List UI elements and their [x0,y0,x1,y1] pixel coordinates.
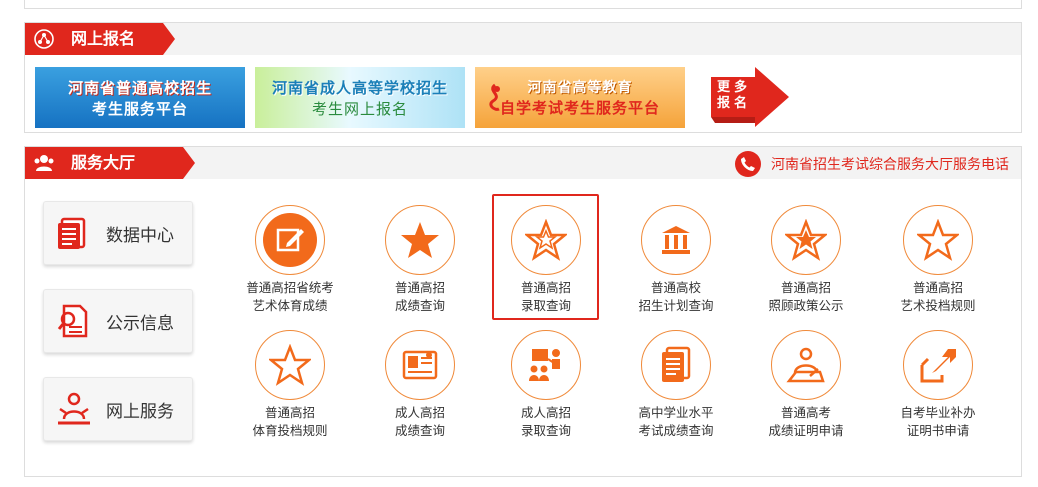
banner-line2: 考生服务平台 [91,99,188,118]
star-outline-icon [911,213,965,267]
more-label: 更多报名 [717,80,752,111]
service-hall-title: 服务大厅 [71,153,136,172]
star-outline-icon [519,213,573,267]
institution-icon [649,213,703,267]
service-icon-circle [511,330,581,400]
registration-title: 网上报名 [71,29,136,48]
service-label: 自考毕业补办 证明书申请 [900,405,976,438]
service-label: 成人高招 成绩查询 [394,405,445,438]
service-icon-circle [255,205,325,275]
side-label: 网上服务 [106,401,174,422]
document-stack-icon [58,217,86,249]
online-service-button[interactable]: 网上服务 [43,377,193,441]
banner-line2: 自学考试考生服务平台 [499,99,660,117]
network-icon [34,29,54,49]
service-label: 普通高招 录取查询 [520,280,571,313]
panel-header: 网上报名 [25,23,1021,55]
phone-icon [735,151,761,177]
more-registration-button[interactable]: 更多报名 [709,67,791,127]
service-enrollment-plan-query[interactable]: 普通高校 招生计划查询 [611,205,741,315]
banner-line1: 河南省普通高校招生 [67,78,212,97]
banner-line2: 考生网上报名 [311,99,408,118]
service-icon-circle [771,330,841,400]
public-info-button[interactable]: 公示信息 [43,289,193,353]
service-hall-heading: 服务大厅 [25,147,195,179]
self-study-exam-banner[interactable]: 河南省高等教育 自学考试考生服务平台 [475,67,685,128]
service-label: 普通高招 照顾政策公示 [768,280,844,313]
service-gaokao-admission-query[interactable]: 普通高招 录取查询 [481,205,611,315]
service-icon-circle [641,330,711,400]
top-panel-edge [24,0,1022,9]
document-search-icon [57,304,88,338]
service-icon-circle [903,330,973,400]
writing-person-icon [779,338,833,392]
data-center-button[interactable]: 数据中心 [43,201,193,265]
service-label: 成人高招 录取查询 [520,405,571,438]
phone-text: 河南省招生考试综合服务大厅服务电话 [771,157,1009,173]
registration-heading: 网上报名 [25,23,175,55]
service-label: 普通高考 成绩证明申请 [768,405,844,438]
certificate-icon [393,338,447,392]
service-pe-filing-rules[interactable]: 普通高招 体育投档规则 [225,330,355,440]
service-label: 普通高招 艺术投档规则 [900,280,976,313]
service-label: 普通高校 招生计划查询 [638,280,714,313]
banner-line1: 河南省高等教育 [527,80,633,96]
presentation-icon [519,338,573,392]
service-icon-circle [255,330,325,400]
service-care-policy[interactable]: 普通高招 照顾政策公示 [741,205,871,315]
service-arts-filing-rules[interactable]: 普通高招 艺术投档规则 [873,205,1003,315]
service-icon-circle [641,205,711,275]
gaokao-service-banner[interactable]: 河南省普通高校招生 考生服务平台 [35,67,245,128]
service-icon-circle [385,205,455,275]
service-label: 普通高招 体育投档规则 [252,405,328,438]
side-label: 数据中心 [106,225,174,246]
online-registration-panel: 网上报名 河南省普通高校招生 考生服务平台 河南省成人高等学校招生 考生网上报名… [24,22,1022,133]
star-solid-icon [393,213,447,267]
star-outline-icon [263,338,317,392]
service-score-certificate[interactable]: 普通高考 成绩证明申请 [741,330,871,440]
service-phone[interactable]: 河南省招生考试综合服务大厅服务电话 [735,151,1009,177]
service-icon-circle [385,330,455,400]
service-icon-circle [771,205,841,275]
service-academic-level-scores[interactable]: 高中学业水平 考试成绩查询 [611,330,741,440]
service-adult-admission-query[interactable]: 成人高招 录取查询 [481,330,611,440]
edit-icon [263,213,317,267]
service-arts-pe-scores[interactable]: 普通高招省统考 艺术体育成绩 [225,205,355,315]
service-label: 普通高招 成绩查询 [394,280,445,313]
service-self-study-certificate[interactable]: 自考毕业补办 证明书申请 [873,330,1003,440]
external-arrow-icon [911,338,965,392]
side-label: 公示信息 [106,313,174,334]
service-adult-score-query[interactable]: 成人高招 成绩查询 [355,330,485,440]
person-service-icon [58,392,90,425]
exam-logo-icon [489,83,500,111]
service-label: 高中学业水平 考试成绩查询 [638,405,714,438]
service-icon-circle [511,205,581,275]
service-gaokao-score-query[interactable]: 普通高招 成绩查询 [355,205,485,315]
document-list-icon [649,338,703,392]
service-hall-panel: 服务大厅 河南省招生考试综合服务大厅服务电话 数据中心 公示信息 网上服务 普通… [24,146,1022,477]
adult-exam-banner[interactable]: 河南省成人高等学校招生 考生网上报名 [255,67,465,128]
people-icon [34,155,54,171]
panel-header: 服务大厅 河南省招生考试综合服务大厅服务电话 [25,147,1021,179]
banner-line1: 河南省成人高等学校招生 [271,78,448,97]
star-badge-icon [779,213,833,267]
service-label: 普通高招省统考 艺术体育成绩 [246,280,334,313]
service-icon-circle [903,205,973,275]
